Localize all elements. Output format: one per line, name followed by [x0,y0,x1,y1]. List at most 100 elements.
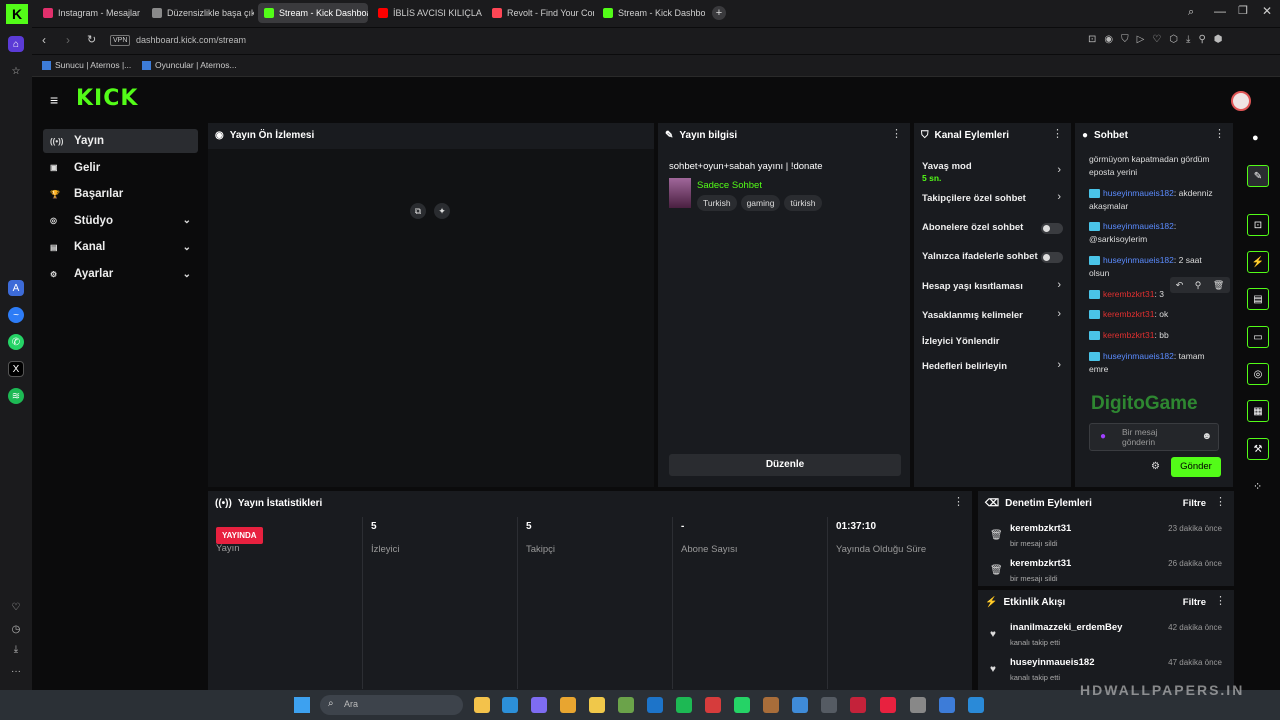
browser-tab[interactable]: Instagram - Mesajlar [37,3,141,23]
event-username[interactable]: kerembzkrt31 [1010,523,1071,534]
chat-username[interactable]: kerembzkrt31 [1103,330,1155,340]
event-row[interactable]: 🗑 kerembzkrt31 bir mesajı sildi 26 dakika ö… [988,556,1224,588]
play-icon[interactable]: ▷ [1137,34,1153,45]
emote-bolt-icon[interactable]: ● [1100,431,1106,442]
sidebar-item[interactable]: 🏆 Başarılar [43,182,198,206]
event-username[interactable]: huseyinmaueis182 [1010,657,1095,668]
event-row[interactable]: ♥ inanilmazzeki_erdemBey kanalı takip etti… [988,620,1224,652]
close-window-button[interactable]: ✕ [1262,4,1272,18]
chat-username[interactable]: huseyinmaueis182 [1103,255,1174,265]
store-icon[interactable] [939,697,955,713]
popout-icon[interactable]: ⧉ [410,203,426,219]
opera-logo-icon[interactable]: K [6,4,28,24]
chat-message[interactable]: kerembzkrt31: ok [1089,308,1224,321]
more-icon[interactable]: ··· [8,663,24,679]
user-avatar[interactable] [1231,91,1251,111]
stream-tag[interactable]: türkish [784,195,822,211]
channel-action-item[interactable]: Hesap yaşı kısıtlaması [922,281,1067,292]
browser-tab[interactable]: Stream - Kick Dashboard [597,3,705,23]
history-icon[interactable]: ◷ [8,621,24,637]
chrome2-icon[interactable] [792,697,808,713]
outlook-icon[interactable] [647,697,663,713]
sparkle-icon[interactable]: ✦ [434,203,450,219]
chat-username[interactable]: huseyinmaueis182 [1103,188,1174,198]
chevron-right-icon[interactable]: › [1057,359,1061,371]
url-field[interactable]: dashboard.kick.com/stream [136,35,246,45]
opera-taskbar-icon[interactable] [880,697,896,713]
sidebar-item[interactable]: ▤ Kanal ⌄ [43,235,198,259]
chat-username[interactable]: huseyinmaueis182 [1103,221,1174,231]
category-link[interactable]: Sadece Sohbet [697,180,762,191]
vscode-icon[interactable] [968,697,984,713]
pencil-tool-button[interactable]: ✎ [1247,165,1269,187]
info-icon[interactable]: ● [1252,132,1259,144]
browser-tab[interactable]: İBLİS AVCISI KILIÇLARI Yap [372,3,482,23]
minecraft-icon[interactable] [618,697,634,713]
more-options-icon[interactable]: ⋮ [1215,497,1226,508]
chevron-right-icon[interactable]: › [1057,308,1061,320]
kick-logo[interactable]: KICK [76,86,138,111]
star-icon[interactable]: ☆ [8,63,24,79]
chevron-right-icon[interactable]: › [1057,164,1061,176]
channel-action-item[interactable]: Takipçilere özel sohbet [922,193,1067,204]
filter-button[interactable]: Filtre [1183,597,1206,608]
x-twitter-icon[interactable]: X [8,361,24,377]
spotify-icon[interactable]: ≋ [8,388,24,404]
search-tabs-icon[interactable]: ⌕ [1188,6,1194,19]
chat-username[interactable]: kerembzkrt31 [1103,309,1155,319]
app2-icon[interactable] [763,697,779,713]
folder-icon[interactable] [589,697,605,713]
whatsapp-icon[interactable]: ✆ [8,334,24,350]
chat-message[interactable]: kerembzkrt31: bb [1089,329,1224,342]
browser-tab[interactable]: Stream - Kick Dashboard [258,3,368,23]
emoji-icon[interactable]: ☻ [1201,431,1212,442]
copilot-icon[interactable] [531,697,547,713]
cube-icon[interactable]: ⬡ [1169,34,1186,45]
shield-icon[interactable]: ⛉ [1121,34,1137,45]
home-icon[interactable]: ⌂ [8,36,24,52]
edge-icon[interactable] [502,697,518,713]
taskbar-search[interactable]: ⌕ Ara [320,695,463,715]
spotify-taskbar-icon[interactable] [676,697,692,713]
download-icon[interactable]: ⤓ [8,641,24,657]
sidebar-item[interactable]: ▣ Gelir [43,156,198,180]
chrome-icon[interactable] [560,697,576,713]
toggle-switch[interactable] [1041,252,1063,263]
stream-tag[interactable]: Turkish [697,195,737,211]
add-widget-icon[interactable]: ⁘ [1253,480,1262,493]
channel-action-item[interactable]: Yasaklanmış kelimeler [922,310,1067,321]
bookmark-item[interactable]: Sunucu | Aternos |... [42,60,131,70]
chat-message[interactable]: huseyinmaueis182: tamam emre [1089,350,1224,376]
toggle-switch[interactable] [1041,223,1063,234]
windows-start-icon[interactable] [294,697,310,713]
send-button[interactable]: Gönder [1171,457,1221,477]
trash-icon[interactable]: 🗑 [1213,280,1224,291]
broadcast-tool-button[interactable]: ◎ [1247,363,1269,385]
maximize-button[interactable]: ❐ [1238,4,1248,17]
chevron-right-icon[interactable]: › [1057,191,1061,203]
browser-tab[interactable]: Düzensizlikle başa çıkma [146,3,254,23]
terminal-icon[interactable] [821,697,837,713]
chat-username[interactable]: huseyinmaueis182 [1103,351,1174,361]
profile-icon[interactable]: ⬢ [1214,34,1231,45]
channel-action-item[interactable]: İzleyici Yönlendir [922,336,1067,347]
settings-taskbar-icon[interactable] [910,697,926,713]
chat-tool-button[interactable]: ▭ [1247,326,1269,348]
event-username[interactable]: kerembzkrt31 [1010,558,1071,569]
notes-tool-button[interactable]: ▤ [1247,288,1269,310]
event-row[interactable]: 🗑 kerembzkrt31 bir mesajı sildi 23 dakika ö… [988,521,1224,553]
file-explorer-icon[interactable] [474,697,490,713]
minimize-button[interactable]: — [1214,4,1226,18]
messenger-icon[interactable]: ~ [8,307,24,323]
filter-button[interactable]: Filtre [1183,498,1206,509]
stream-tag[interactable]: gaming [740,195,781,211]
reload-icon[interactable]: ↻ [87,33,96,46]
category-thumbnail[interactable] [669,178,691,208]
channel-action-item[interactable]: Hedefleri belirleyin [922,361,1067,372]
new-tab-button[interactable]: + [712,6,726,20]
event-username[interactable]: inanilmazzeki_erdemBey [1010,622,1122,633]
sidebar-item[interactable]: ((•)) Yayın [43,129,198,153]
downloads-icon[interactable]: ⤓ [1186,34,1198,45]
chat-settings-icon[interactable]: ⚙ [1151,461,1160,472]
vpn-badge[interactable]: VPN [110,35,131,46]
